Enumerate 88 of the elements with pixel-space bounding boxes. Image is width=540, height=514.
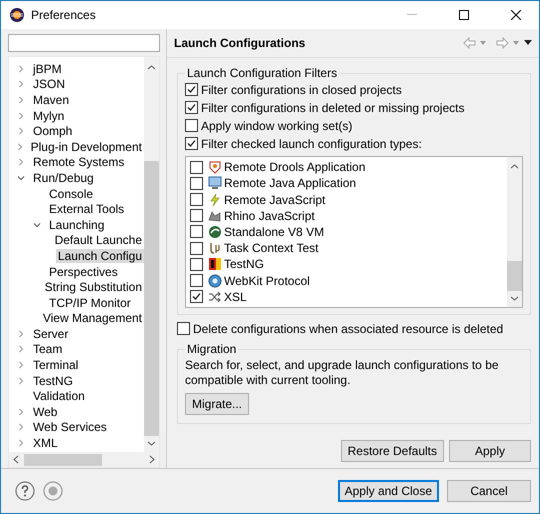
page-title: Launch Configurations — [174, 36, 306, 50]
scrollbar-thumb[interactable] — [507, 261, 522, 291]
rhino-icon — [208, 208, 222, 223]
migrate-button[interactable]: Migrate... — [185, 393, 250, 415]
scroll-down-icon[interactable] — [147, 439, 156, 448]
tree-item[interactable]: TCP/IP Monitor — [47, 296, 133, 310]
group-title: Launch Configuration Filters — [186, 66, 338, 80]
checkbox[interactable] — [185, 83, 198, 96]
compass-icon — [208, 274, 222, 288]
shuffle-icon — [208, 290, 222, 304]
tree-item[interactable]: View Management — [40, 311, 144, 326]
swirl-icon — [208, 224, 222, 239]
checkbox[interactable] — [190, 193, 203, 206]
maximize-icon[interactable] — [459, 10, 469, 20]
scroll-right-icon[interactable] — [148, 455, 156, 464]
eclipse-logo-icon — [9, 7, 25, 23]
scrollbar-thumb[interactable] — [24, 454, 102, 466]
tree-item[interactable]: Remote Systems — [31, 155, 126, 170]
tree-item[interactable]: Web Services — [31, 420, 109, 434]
dialog-button[interactable]: Cancel — [447, 480, 531, 502]
group-title: Migration — [186, 342, 238, 356]
tree-item[interactable]: Team — [31, 342, 64, 356]
navigation-arrows-icon[interactable] — [463, 37, 533, 49]
tree-item[interactable]: Launch Configu — [56, 248, 144, 263]
tree-item[interactable]: jBPM — [31, 62, 64, 76]
tree-item[interactable]: String Substitution — [42, 280, 144, 294]
tree-item[interactable]: External Tools — [47, 202, 126, 216]
checkbox[interactable] — [190, 209, 203, 222]
checkbox[interactable] — [190, 160, 203, 174]
tree-item[interactable]: Run/Debug — [31, 170, 96, 185]
checkbox[interactable] — [190, 176, 203, 190]
tree-item[interactable]: TestNG — [31, 374, 76, 388]
checkbox[interactable] — [190, 242, 203, 255]
tree-item[interactable]: Perspectives — [47, 264, 120, 279]
bolt-icon — [208, 192, 222, 207]
chevron-down-icon[interactable] — [33, 220, 41, 229]
tree-item[interactable]: Plug-in Development — [28, 140, 144, 154]
list-item[interactable]: Remote Drools Application — [224, 160, 366, 174]
badge-icon — [208, 257, 222, 272]
list-item[interactable]: Rhino JavaScript — [224, 208, 315, 223]
tree-item[interactable]: XML — [31, 436, 60, 450]
migration-description: Search for, select, and upgrade launch configurations to be compatible with current tooling. — [185, 358, 500, 388]
checkbox-label: Filter configurations in closed projects — [201, 82, 402, 96]
shield-icon — [208, 160, 222, 174]
scrollbar-thumb[interactable] — [144, 161, 159, 436]
scroll-up-icon[interactable] — [510, 162, 519, 171]
tree-item[interactable]: Web — [31, 404, 60, 419]
chevron-down-icon[interactable] — [17, 174, 25, 182]
list-item[interactable]: Standalone V8 VM — [224, 224, 324, 239]
scroll-down-icon[interactable] — [510, 294, 519, 303]
list-item[interactable]: WebKit Protocol — [224, 274, 310, 288]
tree-item[interactable]: JSON — [31, 77, 68, 92]
scroll-up-icon[interactable] — [147, 63, 156, 72]
filter-field[interactable] — [8, 34, 160, 52]
checkbox[interactable] — [185, 137, 198, 150]
scroll-left-icon[interactable] — [12, 455, 20, 464]
list-item[interactable]: TestNG — [224, 257, 264, 272]
tree-item[interactable]: Default Launche — [52, 233, 144, 248]
checkbox-label: Filter checked launch configuration types: — [201, 136, 422, 150]
tree-item[interactable]: Mylyn — [31, 108, 66, 123]
window-title: Preferences — [31, 8, 97, 22]
help-icon[interactable] — [15, 481, 35, 501]
page-button[interactable]: Restore Defaults — [340, 440, 444, 462]
tree-item[interactable]: Terminal — [31, 358, 80, 372]
checkbox[interactable] — [177, 322, 190, 335]
tree-item[interactable]: Maven — [31, 92, 72, 107]
checkbox[interactable] — [185, 101, 198, 114]
list-item[interactable]: Task Context Test — [224, 241, 318, 256]
tree-item[interactable]: Server — [31, 326, 70, 341]
tree-item[interactable]: Launching — [47, 218, 106, 232]
tree-item[interactable]: Console — [47, 186, 96, 201]
checkbox[interactable] — [185, 119, 198, 132]
monitor-icon — [208, 176, 222, 190]
tree-item[interactable]: Oomph — [31, 124, 74, 138]
list-item[interactable]: XSL — [224, 290, 247, 304]
dialog-button[interactable]: Apply and Close — [338, 480, 439, 502]
checkbox-label: Apply window working set(s) — [201, 118, 352, 132]
checkbox[interactable] — [190, 258, 203, 271]
checkbox[interactable] — [190, 225, 203, 238]
tree-item[interactable]: Validation — [31, 389, 87, 404]
checkbox[interactable] — [190, 290, 203, 304]
page-button[interactable]: Apply — [449, 440, 531, 462]
list-item[interactable]: Remote JavaScript — [224, 192, 326, 207]
checkbox-label: Delete configurations when associated resource is deleted — [193, 322, 504, 336]
checkbox[interactable] — [190, 274, 203, 288]
close-icon[interactable] — [511, 10, 521, 20]
list-item[interactable]: Remote Java Application — [224, 176, 356, 190]
checkbox-label: Filter configurations in deleted or missing projects — [201, 100, 464, 114]
